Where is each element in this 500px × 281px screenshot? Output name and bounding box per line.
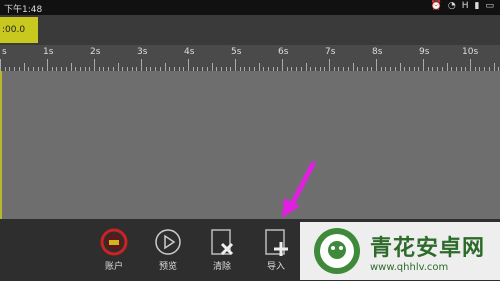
ruler-tick	[493, 63, 495, 71]
ruler-label: 9s	[419, 47, 430, 57]
timecode-display[interactable]: :00.0	[0, 17, 38, 43]
clear-icon	[211, 229, 234, 256]
ruler-tick	[282, 59, 283, 71]
account-label: 账户	[104, 262, 123, 272]
status-time: 下午1:48	[4, 5, 43, 15]
ruler-tick	[329, 59, 330, 71]
battery-icon: ▭	[485, 1, 494, 11]
ruler-label: 6s	[278, 47, 289, 57]
ruler-tick	[423, 59, 424, 71]
ruler-label: 4s	[184, 47, 195, 57]
ruler-tick	[0, 59, 1, 71]
signal-icon: ▮	[474, 1, 480, 11]
play-icon	[155, 229, 181, 255]
ruler-tick	[141, 59, 142, 71]
ruler-tick	[352, 63, 354, 71]
preview-button[interactable]: 预览	[148, 227, 188, 272]
ruler-tick	[47, 59, 48, 71]
ruler-tick	[117, 63, 119, 71]
status-icons: ⏰ ◔ H ▮ ▭	[431, 1, 494, 11]
ruler-tick	[470, 59, 471, 71]
ruler-label: 1s	[43, 47, 54, 57]
ruler-tick	[70, 63, 72, 71]
ruler-tick	[446, 63, 448, 71]
ruler-tick	[211, 63, 213, 71]
watermark-brand: 青花安卓网	[370, 235, 486, 261]
ruler-tick	[258, 63, 260, 71]
ruler-tick	[23, 63, 25, 71]
ruler-tick	[305, 63, 307, 71]
ruler-tick	[94, 59, 95, 71]
ruler-tick	[235, 59, 236, 71]
ruler-tick	[399, 63, 401, 71]
account-button[interactable]: 账户	[94, 227, 134, 272]
ruler-label: 7s	[325, 47, 336, 57]
clear-button[interactable]: 清除	[202, 227, 242, 272]
import-icon	[265, 229, 288, 256]
timeline-header	[0, 15, 500, 45]
ruler-label: s	[2, 47, 7, 57]
watermark-url: www.qhhlv.com	[370, 261, 449, 273]
ruler-label: 8s	[372, 47, 383, 57]
account-icon	[100, 228, 128, 256]
clear-label: 清除	[212, 262, 231, 272]
status-bar: 下午1:48 ⏰ ◔ H ▮ ▭	[0, 0, 500, 15]
ruler-label: 3s	[137, 47, 148, 57]
import-button[interactable]: 导入	[256, 227, 296, 272]
watermark: 青花安卓网 www.qhhlv.com	[300, 222, 500, 280]
preview-label: 预览	[158, 262, 177, 272]
ruler-label: 2s	[90, 47, 101, 57]
import-label: 导入	[266, 262, 285, 272]
ruler-label: 5s	[231, 47, 242, 57]
ruler-tick	[164, 63, 166, 71]
alarm-icon: ⏰	[430, 1, 442, 11]
clock-icon: ◔	[447, 1, 456, 11]
time-ruler[interactable]: s 1s 2s 3s 4s 5s 6s 7s 8s 9s 10s	[0, 45, 500, 72]
ruler-tick	[188, 59, 189, 71]
ruler-tick	[376, 59, 377, 71]
network-type-icon: H	[461, 1, 469, 11]
video-track[interactable]	[0, 71, 500, 219]
pointer-arrow-icon	[282, 161, 316, 218]
ruler-label: 10s	[462, 47, 479, 57]
watermark-logo-icon	[314, 228, 360, 274]
